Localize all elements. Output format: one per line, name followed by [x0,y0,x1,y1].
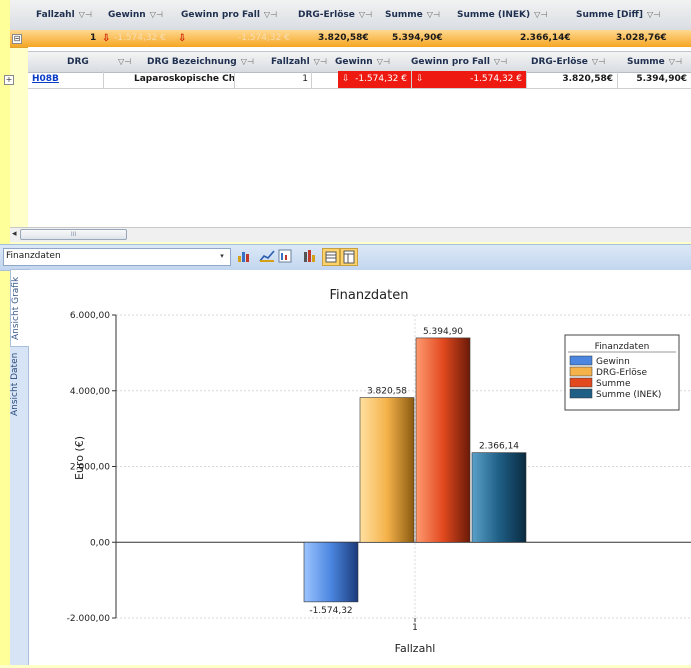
col-header-drg-erloese[interactable]: DRG-Erlöse ▽⊣ [298,0,372,30]
gewinn-value: -1.574,32 € [355,74,407,84]
legend-title: Finanzdaten [595,342,650,352]
cell-drg[interactable]: H08B [28,71,104,88]
chevron-down-icon[interactable]: ▾ [215,248,229,264]
bar-chart-icon[interactable] [236,248,252,264]
summary-gewinn: -1.574,32 € [114,33,166,43]
legend-entry: Summe [596,379,631,389]
chart-area: Finanzdaten Euro (€) Fallzahl 6.000,00 4.… [29,270,691,665]
col-header-gewinn-pro-fall[interactable]: Gewinn pro Fall ▽⊣ [181,0,277,30]
y-tick-label: 6.000,00 [70,311,110,321]
legend-swatch [569,355,593,366]
filter-icon[interactable]: ▽⊣ [264,10,277,19]
filter-icon[interactable]: ▽⊣ [534,10,547,19]
cell-gewinn-pro-fall: ⇩ -1.574,32 € [412,71,527,88]
col-header-gewinn[interactable]: Gewinn ▽⊣ [108,0,163,30]
data-label: -1.574,32 [309,606,352,616]
drg-link[interactable]: H08B [32,74,59,84]
cell-summe: 5.394,90€ [636,74,687,84]
col-header-gewinn-pro-fall[interactable]: Gewinn pro Fall ▽⊣ [411,52,507,72]
bar-summe-inek-[interactable] [471,452,527,543]
cell-gewinn: ⇩ -1.574,32 € [338,71,412,88]
legend-swatch [569,377,593,388]
col-header-summe-inek[interactable]: Summe (INEK) ▽⊣ [457,0,547,30]
bar-gewinn[interactable] [303,541,359,603]
y-axis-label: Euro (€) [73,436,86,480]
cell-fallzahl: 1 [235,71,312,88]
view-select-value: Finanzdaten [6,251,61,261]
legend-entry: DRG-Erlöse [596,368,647,378]
filter-icon[interactable]: ▽⊣ [79,10,92,19]
filter-icon[interactable]: ▽⊣ [427,10,440,19]
summary-row[interactable]: ⊟ 1 ⇩ -1.574,32 € ⇩ -1.574,32 € 3.820,58… [10,30,691,48]
summary-drg-erloese: 3.820,58€ [318,33,369,43]
outer-grid-header: Fallzahl ▽⊣ Gewinn ▽⊣ Gewinn pro Fall ▽⊣ DR… [10,0,691,31]
line-chart-icon[interactable] [259,248,275,264]
x-tick-label: 1 [412,623,418,633]
filter-icon[interactable]: ▽⊣ [150,10,163,19]
expand-icon[interactable]: + [4,75,14,85]
legend-swatch [569,388,593,399]
legend-swatch [569,366,593,377]
col-header-fallzahl[interactable]: Fallzahl ▽⊣ [36,0,92,30]
summary-summe-diff: 3.028,76€ [616,33,667,43]
tab-ansicht-daten[interactable]: Ansicht Daten [10,346,28,422]
cell-drg-erloese: 3.820,58€ [527,71,618,88]
arrow-down-icon: ⇩ [178,33,187,44]
gewinn-pro-fall-value: -1.574,32 € [470,74,522,84]
scroll-left-icon[interactable]: ◂ [12,228,20,240]
data-label: 2.366,14 [479,442,519,452]
data-label: 5.394,90 [423,327,463,337]
arrow-down-icon: ⇩ [102,33,111,44]
filter-icon[interactable]: ▽⊣ [114,52,131,72]
chart-legend: Finanzdaten GewinnDRG-ErlöseSummeSumme (… [564,334,680,411]
summary-summe: 5.394,90€ [392,33,443,43]
col-header-drg-bezeichnung[interactable]: DRG Bezeichnung ▽⊣ [147,52,254,72]
chart-settings-icon[interactable] [302,248,318,264]
legend-entry: Gewinn [596,357,630,367]
grip-icon: III [70,231,77,238]
filter-icon[interactable]: ▽⊣ [359,10,372,19]
col-header-summe[interactable]: Summe ▽⊣ [627,52,682,72]
summary-summe-inek: 2.366,14€ [520,33,571,43]
arrow-down-icon: ⇩ [342,74,350,84]
y-tick-label: -2.000,00 [67,614,111,624]
y-tick-label: 0,00 [90,538,110,548]
col-header-fallzahl[interactable]: Fallzahl ▽⊣ [271,52,327,72]
table-view-icon[interactable] [340,248,358,266]
filter-icon[interactable]: ▽⊣ [647,10,660,19]
chart-wizard-icon[interactable] [277,248,293,264]
collapse-icon[interactable]: ⊟ [12,34,22,44]
bar-summe[interactable] [415,337,471,543]
scrollbar-thumb[interactable]: III [20,229,127,240]
table-row[interactable]: + H08B Laparoskopische Cholezy 1 ⇩ -1.57… [4,71,691,89]
col-header-summe-diff[interactable]: Summe [Diff] ▽⊣ [576,0,660,30]
y-tick-label: 2.000,00 [70,463,110,473]
col-header-drg[interactable]: DRG [67,52,89,72]
y-tick-label: 4.000,00 [70,387,110,397]
bar-drg-erl-se[interactable] [359,397,415,543]
x-axis-label: Fallzahl [395,642,436,655]
summary-gewinn-pro-fall: -1.574,32 € [238,33,290,43]
arrow-down-icon: ⇩ [416,74,424,84]
chart-title: Finanzdaten [330,288,409,303]
cell-bezeichnung: Laparoskopische Cholezy [104,71,235,88]
finanzdaten-chart: Finanzdaten Euro (€) Fallzahl 6.000,00 4.… [67,288,691,655]
data-label: 3.820,58 [367,387,407,397]
col-header-summe[interactable]: Summe ▽⊣ [385,0,440,30]
summary-fallzahl: 1 [90,33,97,43]
left-yellow-strip [0,0,10,665]
grid-view-icon[interactable] [322,248,340,266]
legend-entry: Summe (INEK) [596,390,661,400]
detail-grid-header: DRG ▽⊣ DRG Bezeichnung ▽⊣ Fallzahl ▽⊣ Gewi… [28,51,691,73]
col-header-drg-erloese[interactable]: DRG-Erlöse ▽⊣ [531,52,605,72]
tab-ansicht-grafik[interactable]: Ansicht Grafik [10,269,30,347]
col-header-gewinn[interactable]: Gewinn ▽⊣ [335,52,390,72]
